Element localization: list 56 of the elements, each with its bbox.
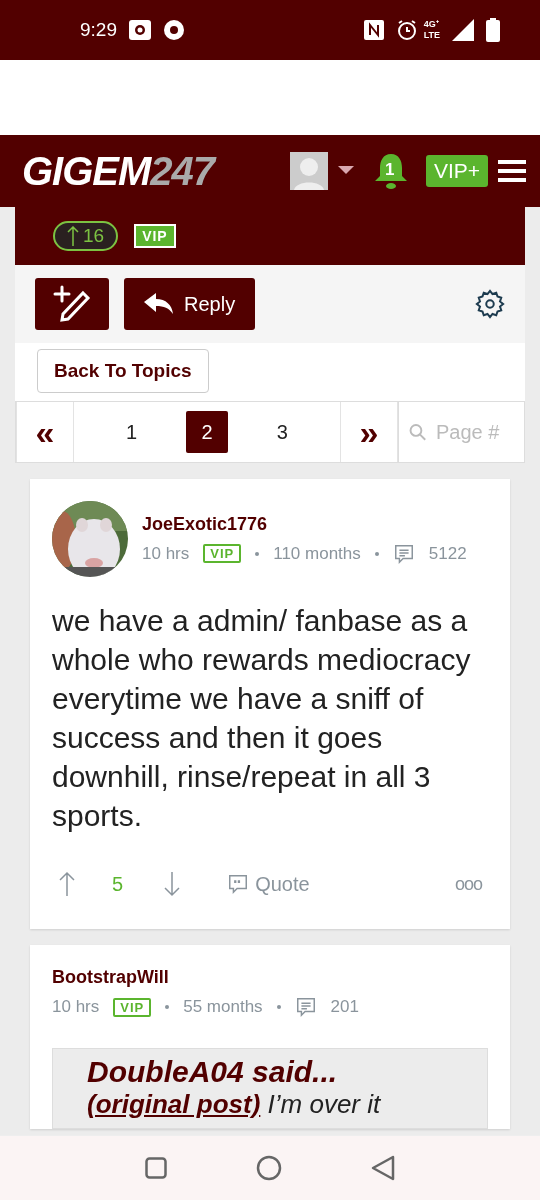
caret-icon[interactable] — [337, 166, 354, 176]
vote-count: 5 — [112, 872, 124, 896]
reply-button[interactable]: Reply — [124, 278, 256, 330]
comment-icon — [294, 996, 317, 1018]
up-arrow-icon — [67, 226, 79, 246]
recents-icon[interactable] — [144, 1157, 167, 1179]
home-icon[interactable] — [256, 1155, 282, 1181]
network-label: 4G⁺ LTE — [423, 19, 440, 41]
back-icon[interactable] — [371, 1155, 396, 1181]
quote-author: DoubleA04 said... — [87, 1055, 339, 1089]
vip-badge: VIP — [113, 997, 152, 1017]
compose-icon — [53, 285, 91, 323]
site-logo[interactable]: GIGEM247 — [22, 148, 280, 194]
clock: 9:29 — [80, 19, 117, 41]
page-button[interactable]: 2 — [186, 411, 228, 453]
menu-icon[interactable] — [498, 159, 526, 183]
bell-icon — [373, 152, 408, 190]
member-tenure: 55 months — [183, 997, 263, 1017]
settings-icon[interactable] — [475, 289, 505, 319]
post-time: 10 hrs — [52, 997, 100, 1017]
upvote-icon[interactable] — [58, 871, 76, 897]
quote-icon — [227, 873, 250, 895]
back-to-topics-button[interactable]: Back To Topics — [37, 349, 209, 393]
last-page-button[interactable]: » — [340, 402, 398, 462]
page-button[interactable]: 1 — [110, 411, 153, 453]
separator-dot — [165, 1005, 170, 1009]
separator-dot — [374, 551, 379, 556]
first-page-button[interactable]: « — [16, 402, 74, 462]
new-post-button[interactable] — [35, 278, 109, 330]
signal-icon — [452, 19, 474, 41]
post-time: 10 hrs — [142, 543, 190, 564]
post-text: we have a admin/ fanbase as a whole who rewards mediocracy everytime we have a sniff of success and then it goes downhill, rinse/repeat in all 3 sports. — [52, 603, 472, 834]
alarm-icon — [395, 19, 418, 41]
post-count: 201 — [330, 997, 359, 1017]
battery-icon — [486, 18, 500, 42]
downvote-icon[interactable] — [163, 871, 182, 897]
nfc-icon — [363, 20, 384, 40]
post-count: 5122 — [428, 543, 467, 564]
vip-badge: VIP — [203, 544, 242, 563]
separator-dot — [255, 551, 260, 556]
search-icon — [409, 421, 426, 443]
upvote-count: 16 — [83, 225, 105, 247]
reply-arrow-icon — [144, 293, 174, 315]
screen-record-icon — [129, 20, 151, 40]
member-tenure: 110 months — [273, 543, 361, 564]
page-button[interactable]: 3 — [261, 411, 304, 453]
notification-count: 1 — [384, 160, 395, 180]
browser-icon — [163, 19, 185, 41]
avatar-icon[interactable] — [289, 152, 328, 190]
author-name[interactable]: JoeExotic1776 — [142, 513, 467, 535]
author-name[interactable]: BootstrapWill — [52, 967, 359, 988]
quote-text: (original post) I’m over it — [87, 1089, 382, 1120]
vip-badge: VIP — [134, 224, 176, 248]
original-post-link[interactable]: (original post) — [87, 1089, 261, 1119]
separator-dot — [276, 1005, 281, 1009]
comment-icon — [392, 542, 415, 565]
